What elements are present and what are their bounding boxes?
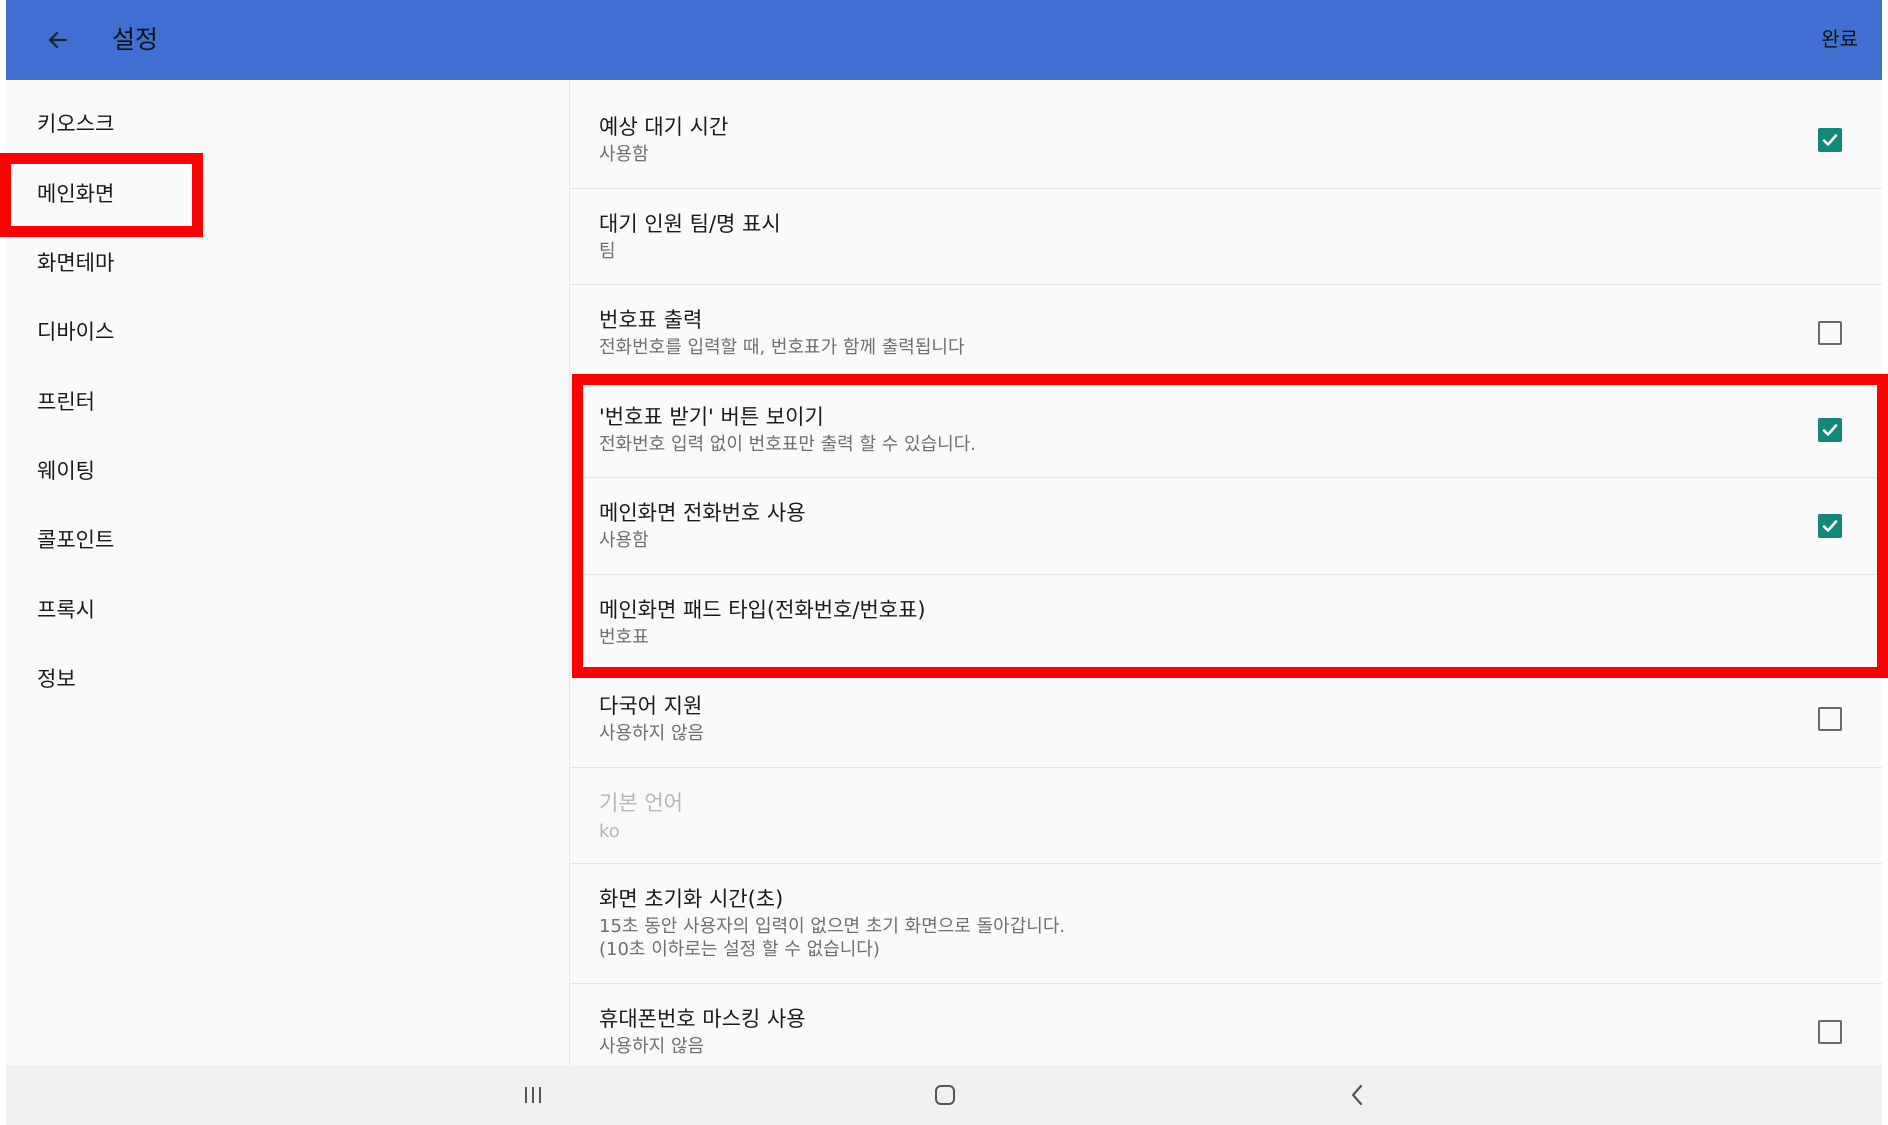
sidebar-item-call-point[interactable]: 콜포인트 [6, 506, 569, 575]
setting-title: 예상 대기 시간 [599, 115, 729, 139]
setting-title: 다국어 지원 [599, 694, 703, 718]
setting-summary: 사용함 [599, 530, 649, 551]
sidebar-item-proxy[interactable]: 프록시 [6, 576, 569, 645]
check-icon [1822, 520, 1838, 532]
system-nav-bar [6, 1065, 1882, 1125]
sidebar-item-printer[interactable]: 프린터 [6, 368, 569, 437]
setting-summary: 사용함 [599, 144, 649, 165]
setting-ticket-print[interactable]: 번호표 출력 전화번호를 입력할 때, 번호표가 함께 출력됩니다 [570, 285, 1882, 382]
sidebar-item-waiting[interactable]: 웨이팅 [6, 437, 569, 506]
setting-summary: 전화번호를 입력할 때, 번호표가 함께 출력됩니다 [599, 337, 965, 358]
home-button[interactable] [915, 1075, 975, 1115]
back-icon [1351, 1084, 1363, 1106]
recent-apps-button[interactable] [503, 1075, 563, 1115]
settings-sidebar: 키오스크 메인화면 화면테마 디바이스 프린터 웨이팅 콜포인트 프록시 정보 [6, 80, 569, 1065]
done-button[interactable]: 완료 [1821, 24, 1858, 54]
setting-summary: 전화번호 입력 없이 번호표만 출력 할 수 있습니다. [599, 434, 976, 455]
setting-summary: 15초 동안 사용자의 입력이 없으면 초기 화면으로 돌아갑니다. [599, 916, 1066, 937]
sidebar-item-device[interactable]: 디바이스 [6, 298, 569, 367]
checkbox-unchecked[interactable] [1818, 321, 1842, 345]
setting-main-pad-type[interactable]: 메인화면 패드 타입(전화번호/번호표) 번호표 [570, 575, 1882, 671]
page-title: 설정 [112, 25, 159, 54]
setting-summary: (10초 이하로는 설정 할 수 없습니다) [599, 939, 880, 960]
app-bar: 설정 완료 [6, 0, 1882, 80]
setting-screen-reset-time[interactable]: 화면 초기화 시간(초) 15초 동안 사용자의 입력이 없으면 초기 화면으로… [570, 864, 1882, 984]
setting-title: '번호표 받기' 버튼 보이기 [599, 405, 824, 429]
setting-title: 대기 인원 팀/명 표시 [599, 212, 781, 236]
sidebar-item-screen-theme[interactable]: 화면테마 [6, 229, 569, 298]
setting-title: 메인화면 패드 타입(전화번호/번호표) [599, 598, 926, 622]
setting-main-phone-number[interactable]: 메인화면 전화번호 사용 사용함 [570, 478, 1882, 575]
setting-expected-wait-time[interactable]: 예상 대기 시간 사용함 [570, 80, 1882, 189]
setting-title: 화면 초기화 시간(초) [599, 887, 784, 911]
check-icon [1822, 424, 1838, 436]
setting-phone-masking[interactable]: 휴대폰번호 마스킹 사용 사용하지 않음 [570, 984, 1882, 1065]
setting-multi-language[interactable]: 다국어 지원 사용하지 않음 [570, 671, 1882, 768]
arrow-left-icon [48, 31, 68, 49]
checkbox-checked[interactable] [1818, 128, 1842, 152]
setting-show-ticket-button[interactable]: '번호표 받기' 버튼 보이기 전화번호 입력 없이 번호표만 출력 할 수 있… [570, 382, 1882, 478]
back-button[interactable] [36, 20, 80, 60]
setting-waiting-count-unit[interactable]: 대기 인원 팀/명 표시 팀 [570, 189, 1882, 285]
home-icon [935, 1085, 955, 1105]
settings-list: 예상 대기 시간 사용함 대기 인원 팀/명 표시 팀 번호표 출력 전화번호를… [570, 80, 1882, 1065]
setting-summary: ko [599, 821, 620, 842]
sidebar-item-main-screen[interactable]: 메인화면 [6, 160, 569, 229]
sidebar-item-kiosk[interactable]: 키오스크 [6, 90, 569, 159]
recent-apps-icon [525, 1087, 541, 1103]
setting-title: 기본 언어 [599, 791, 683, 815]
setting-default-language: 기본 언어 ko [570, 768, 1882, 864]
setting-summary: 번호표 [599, 627, 649, 648]
setting-title: 메인화면 전화번호 사용 [599, 501, 806, 525]
setting-title: 휴대폰번호 마스킹 사용 [599, 1007, 806, 1031]
setting-summary: 팀 [599, 241, 616, 262]
setting-summary: 사용하지 않음 [599, 1036, 705, 1057]
checkbox-unchecked[interactable] [1818, 1020, 1842, 1044]
checkbox-checked[interactable] [1818, 418, 1842, 442]
sidebar-item-info[interactable]: 정보 [6, 645, 569, 714]
checkbox-checked[interactable] [1818, 514, 1842, 538]
check-icon [1822, 134, 1838, 146]
setting-summary: 사용하지 않음 [599, 723, 705, 744]
checkbox-unchecked[interactable] [1818, 707, 1842, 731]
nav-back-button[interactable] [1327, 1075, 1387, 1115]
setting-title: 번호표 출력 [599, 308, 703, 332]
